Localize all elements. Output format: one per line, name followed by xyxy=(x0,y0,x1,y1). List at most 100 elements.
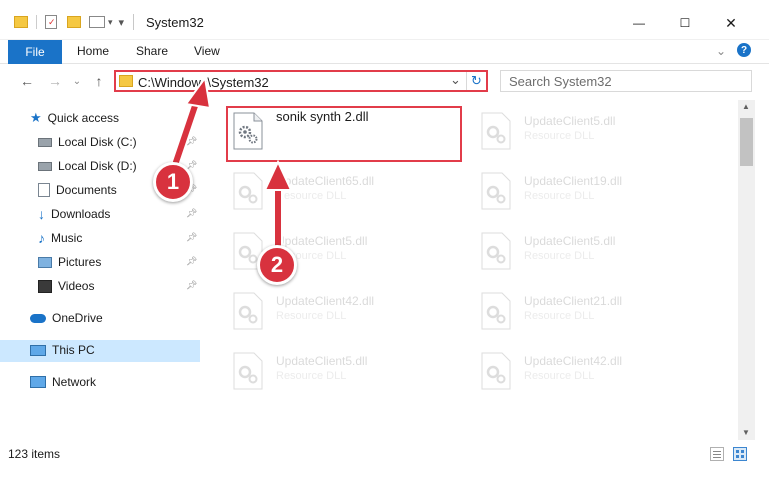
file-type: Resource DLL xyxy=(276,370,347,382)
recent-locations-button[interactable]: ⌄ xyxy=(68,72,86,90)
quick-access-toolbar: ✓ ▾ ▾ xyxy=(14,12,124,32)
dll-file-icon xyxy=(481,172,511,210)
tab-home[interactable]: Home xyxy=(77,44,109,58)
file-item[interactable]: UpdateClient19.dll Resource DLL xyxy=(454,166,694,218)
file-name: UpdateClient65.dll xyxy=(276,174,375,188)
dll-file-icon xyxy=(481,112,511,150)
file-type: Resource DLL xyxy=(524,190,595,202)
customize-toolbar-icon[interactable] xyxy=(89,16,105,28)
pin-icon[interactable]: 📌︎ xyxy=(186,232,197,243)
pictures-icon xyxy=(38,256,52,268)
nav-item-videos[interactable]: Videos xyxy=(38,275,94,297)
file-item[interactable]: UpdateClient5.dll Resource DLL xyxy=(206,226,446,278)
file-name: UpdateClient42.dll xyxy=(524,354,623,368)
address-path[interactable]: C:\Windows\System32 xyxy=(138,75,269,90)
file-name: UpdateClient21.dll xyxy=(524,294,623,308)
file-type: Resource DLL xyxy=(276,310,347,322)
dll-file-icon xyxy=(481,352,511,390)
cloud-icon xyxy=(30,313,46,323)
details-view-button[interactable] xyxy=(710,447,724,461)
tab-share[interactable]: Share xyxy=(136,44,168,58)
nav-item-quick-access[interactable]: ★ Quick access xyxy=(30,107,119,129)
new-folder-icon[interactable] xyxy=(67,16,81,28)
file-name: UpdateClient5.dll xyxy=(276,234,368,248)
back-button[interactable]: ← xyxy=(18,72,36,90)
address-bar[interactable]: C:\Windows\System32 ⌄ ↻ xyxy=(114,70,488,92)
nav-item-documents[interactable]: Documents xyxy=(38,179,117,201)
file-item[interactable]: UpdateClient65.dll Resource DLL xyxy=(206,166,446,218)
nav-item-music[interactable]: ♪ Music xyxy=(38,227,82,249)
documents-icon xyxy=(38,183,50,197)
title-bar: ✓ ▾ ▾ System32 — ☐ ✕ xyxy=(0,0,769,40)
dll-file-icon xyxy=(233,352,263,390)
customize-dropdown-icon[interactable]: ▾ xyxy=(119,16,125,29)
drive-icon xyxy=(38,161,52,171)
tab-file[interactable]: File xyxy=(8,40,62,64)
file-item[interactable]: UpdateClient5.dll Resource DLL xyxy=(454,106,694,158)
nav-item-this-pc[interactable]: This PC xyxy=(30,339,95,361)
music-icon: ♪ xyxy=(38,230,45,246)
computer-icon xyxy=(30,344,46,356)
help-icon[interactable]: ? xyxy=(737,43,751,57)
pin-icon[interactable]: 📌︎ xyxy=(186,280,197,291)
scrollbar-thumb[interactable] xyxy=(740,118,753,166)
folder-icon[interactable] xyxy=(14,16,28,28)
address-dropdown-icon[interactable]: ⌄ xyxy=(450,72,461,88)
ribbon xyxy=(0,40,769,64)
file-name: UpdateClient5.dll xyxy=(524,114,616,128)
forward-button[interactable]: → xyxy=(46,72,64,90)
dll-file-icon xyxy=(233,172,263,210)
nav-item-downloads[interactable]: ↓ Downloads xyxy=(38,203,110,225)
chevron-down-icon[interactable]: ▾ xyxy=(108,17,113,28)
nav-item-local-disk-c[interactable]: Local Disk (C:) xyxy=(38,131,137,153)
nav-item-network[interactable]: Network xyxy=(30,371,96,393)
divider xyxy=(36,15,37,29)
file-type: Resource DLL xyxy=(524,130,595,142)
file-item[interactable]: UpdateClient42.dll Resource DLL xyxy=(454,346,694,398)
expand-ribbon-icon[interactable]: ⌄ xyxy=(716,44,726,58)
search-box[interactable]: Search System32 xyxy=(500,70,752,92)
dll-file-icon xyxy=(481,232,511,270)
up-button[interactable]: ↑ xyxy=(90,72,108,90)
large-icons-view-icon xyxy=(736,450,739,453)
drive-icon xyxy=(38,137,52,147)
videos-icon xyxy=(38,279,52,293)
large-icons-view-button[interactable] xyxy=(733,447,747,461)
search-input[interactable]: Search System32 xyxy=(509,74,612,89)
pin-icon[interactable]: 📌︎ xyxy=(186,256,197,267)
file-name: UpdateClient5.dll xyxy=(524,234,616,248)
minimize-button[interactable]: — xyxy=(616,8,662,38)
file-item[interactable]: UpdateClient42.dll Resource DLL xyxy=(206,286,446,338)
file-item[interactable]: UpdateClient5.dll Resource DLL xyxy=(206,346,446,398)
divider xyxy=(466,72,467,90)
star-icon: ★ xyxy=(30,110,42,125)
pin-icon[interactable]: 📌︎ xyxy=(186,136,197,147)
file-name: UpdateClient19.dll xyxy=(524,174,623,188)
download-icon: ↓ xyxy=(38,206,45,222)
file-type: Resource DLL xyxy=(524,310,595,322)
scroll-up-icon[interactable]: ▲ xyxy=(742,102,750,111)
file-name: UpdateClient5.dll xyxy=(276,354,368,368)
tab-view[interactable]: View xyxy=(194,44,220,58)
file-item[interactable]: UpdateClient21.dll Resource DLL xyxy=(454,286,694,338)
status-bar xyxy=(0,442,769,466)
scroll-down-icon[interactable]: ▼ xyxy=(742,428,750,437)
callout-badge-1: 1 xyxy=(153,162,193,202)
nav-item-local-disk-d[interactable]: Local Disk (D:) xyxy=(38,155,137,177)
divider xyxy=(133,14,134,30)
file-type: Resource DLL xyxy=(524,370,595,382)
properties-icon[interactable]: ✓ xyxy=(45,15,57,29)
file-item[interactable]: UpdateClient5.dll Resource DLL xyxy=(454,226,694,278)
pin-icon[interactable]: 📌︎ xyxy=(186,208,197,219)
folder-icon xyxy=(119,75,133,87)
window-title: System32 xyxy=(146,15,204,30)
nav-item-onedrive[interactable]: OneDrive xyxy=(30,307,103,329)
item-count: 123 items xyxy=(8,447,61,461)
nav-item-pictures[interactable]: Pictures xyxy=(38,251,101,273)
close-button[interactable]: ✕ xyxy=(708,8,754,38)
file-name: UpdateClient42.dll xyxy=(276,294,375,308)
maximize-button[interactable]: ☐ xyxy=(662,8,708,38)
refresh-icon[interactable]: ↻ xyxy=(471,73,482,89)
dll-file-icon xyxy=(233,292,263,330)
highlight-box xyxy=(226,106,462,162)
